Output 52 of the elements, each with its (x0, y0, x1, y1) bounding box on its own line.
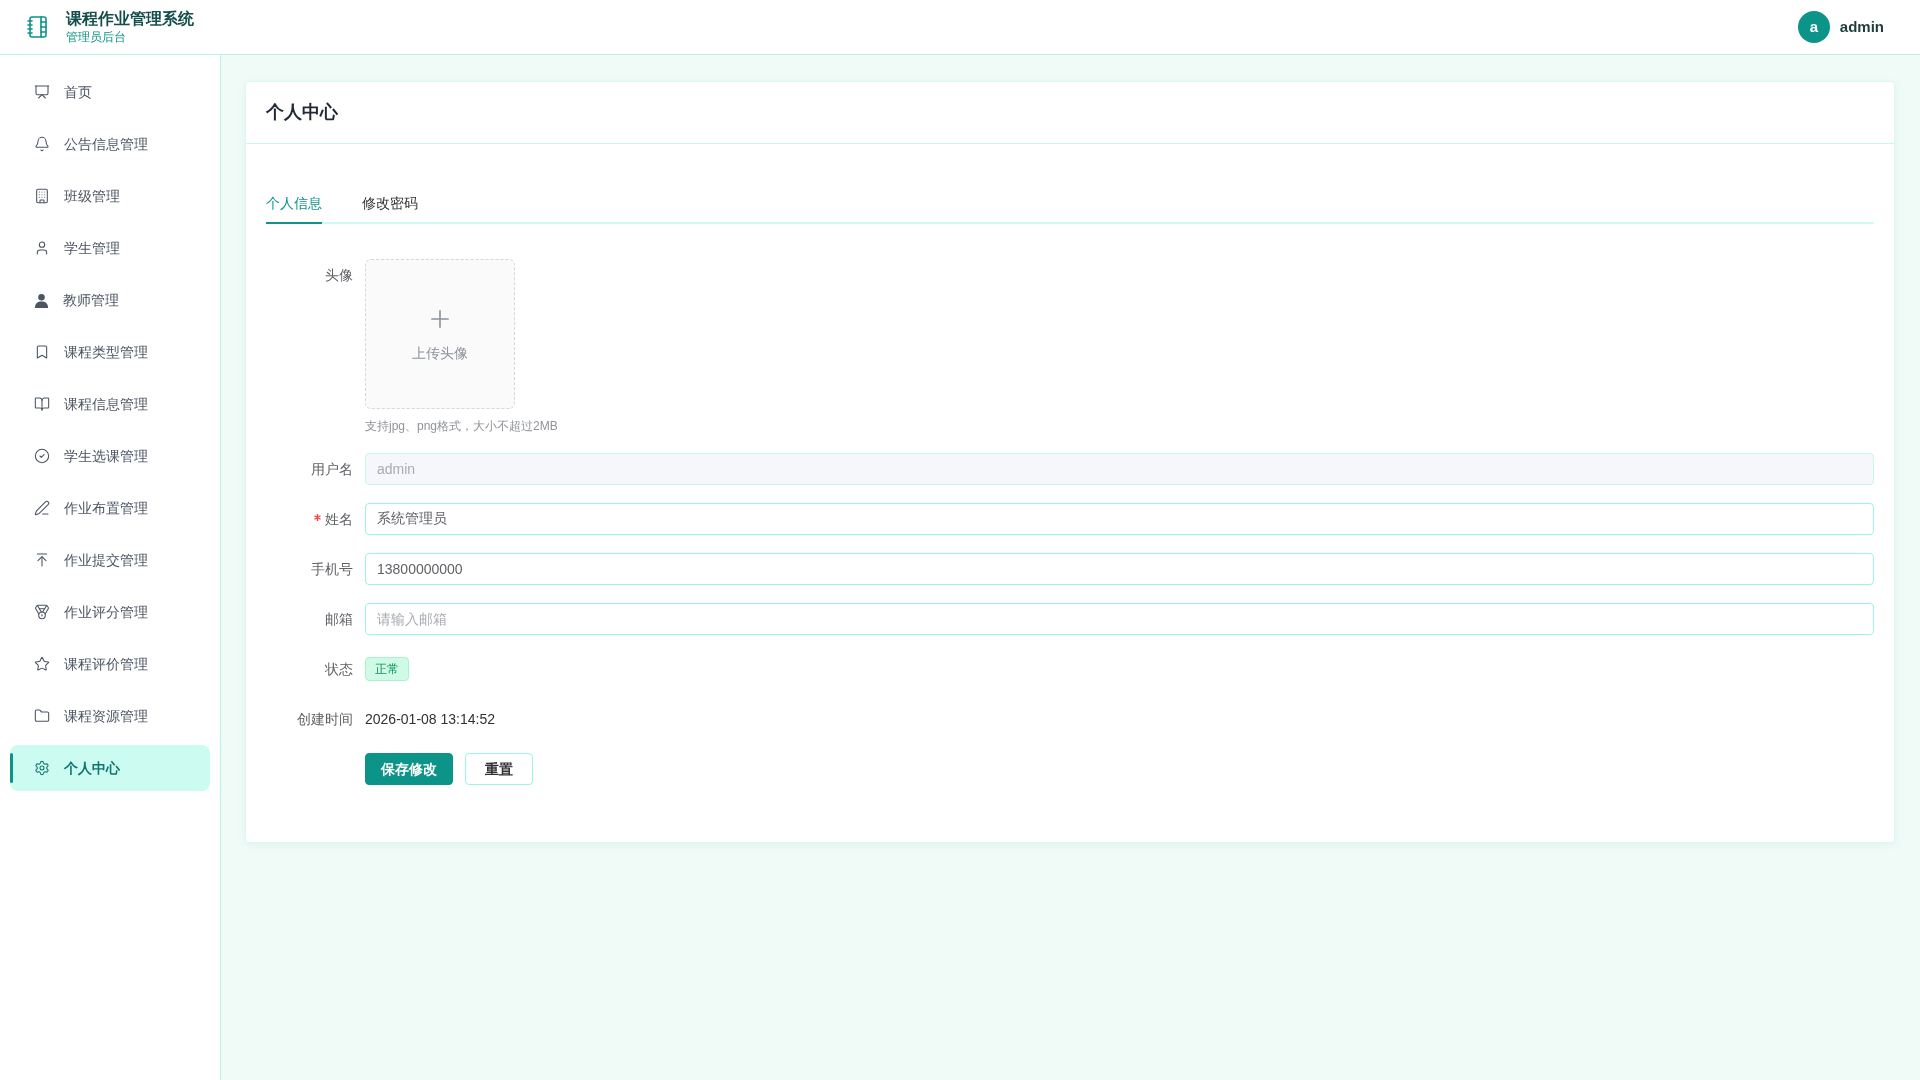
field-label: 手机号 (311, 559, 353, 579)
field-label: 状态 (325, 659, 353, 679)
app-subtitle: 管理员后台 (66, 29, 127, 45)
sidebar-item[interactable]: 作业评分管理 (10, 589, 210, 635)
book-icon (34, 396, 50, 412)
sidebar-item[interactable]: 课程信息管理 (10, 381, 210, 427)
input-field[interactable]: 13800000000 (365, 553, 1874, 585)
sidebar-item[interactable]: 课程类型管理 (10, 329, 210, 375)
sidebar-item[interactable]: 教师管理 (10, 277, 210, 323)
save-button[interactable]: 保存修改 (365, 753, 453, 785)
field-label: 姓名 (325, 509, 353, 529)
reset-button[interactable]: 重置 (465, 753, 533, 785)
input-field[interactable]: 系统管理员 (365, 503, 1874, 535)
sidebar-item[interactable]: 个人中心 (10, 745, 210, 791)
folder-icon (34, 708, 50, 724)
star-icon (34, 656, 50, 672)
person-icon (34, 292, 49, 308)
sidebar-item[interactable]: 首页 (10, 69, 210, 115)
tab[interactable]: 修改密码 (362, 184, 418, 224)
pencil-icon (34, 500, 50, 516)
upload-hint: 支持jpg、png格式，大小不超过2MB (365, 418, 558, 435)
field-value: 2026-01-08 13:14:52 (365, 709, 495, 729)
upload-text: 上传头像 (412, 343, 468, 363)
sidebar-item[interactable]: 作业提交管理 (10, 537, 210, 583)
card-title: 个人中心 (266, 101, 338, 124)
building-icon (34, 188, 50, 204)
sidebar-item[interactable]: 课程资源管理 (10, 693, 210, 739)
sidebar-item[interactable]: 公告信息管理 (10, 121, 210, 167)
tab[interactable]: 个人信息 (266, 184, 322, 224)
app-title: 课程作业管理系统 (66, 9, 194, 29)
sidebar-item[interactable]: 作业布置管理 (10, 485, 210, 531)
sidebar-item[interactable]: 课程评价管理 (10, 641, 210, 687)
user-avatar[interactable]: a (1797, 11, 1830, 43)
sidebar-item[interactable]: 学生管理 (10, 225, 210, 271)
status-tag: 正常 (365, 657, 409, 681)
user-name[interactable]: admin (1839, 15, 1884, 39)
bookmark-icon (34, 344, 50, 360)
field-label: 邮箱 (325, 609, 353, 629)
upload-icon (34, 552, 50, 568)
bell-icon (34, 136, 50, 152)
field-label: 用户名 (311, 459, 353, 479)
field-label: 创建时间 (297, 709, 353, 729)
user-icon (34, 240, 50, 256)
sidebar-item[interactable]: 班级管理 (10, 173, 210, 219)
presentation-board-icon (34, 84, 50, 100)
settings-icon (34, 760, 50, 776)
medal-icon (34, 604, 50, 620)
sidebar-item[interactable]: 学生选课管理 (10, 433, 210, 479)
notebook-icon (26, 14, 50, 40)
check-circle-icon (34, 448, 50, 464)
field-label: 头像 (325, 265, 353, 285)
input-field[interactable]: 请输入邮箱 (365, 603, 1874, 635)
